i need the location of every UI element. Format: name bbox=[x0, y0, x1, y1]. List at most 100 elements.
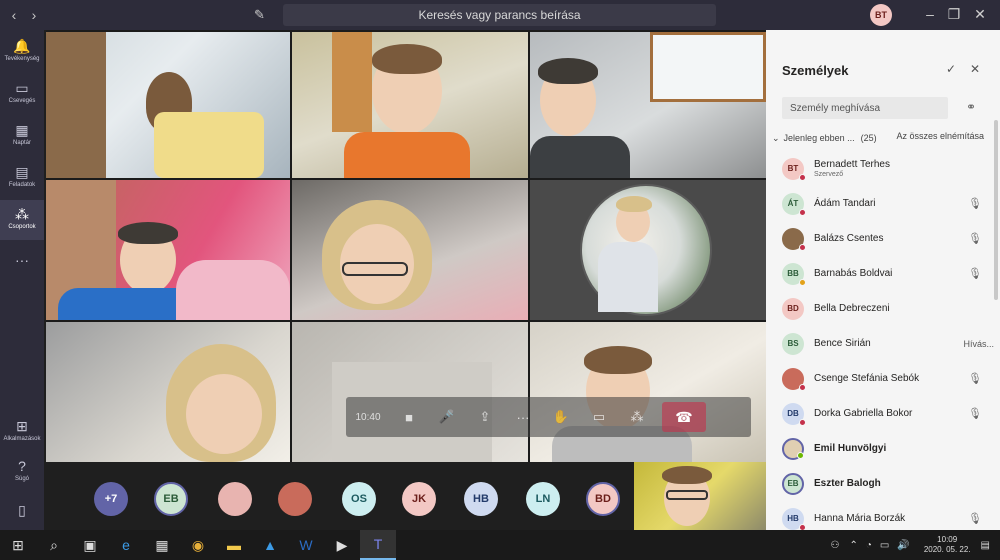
participant-name: Dorka Gabriella Bokor bbox=[814, 408, 913, 419]
maximize-icon[interactable]: ❐ bbox=[944, 6, 964, 23]
more-options-icon[interactable]: ··· bbox=[504, 397, 542, 437]
pop-out-icon[interactable]: ✓ bbox=[946, 62, 956, 76]
strip-avatar[interactable]: EB bbox=[154, 482, 188, 516]
file-explorer-icon[interactable]: ▬ bbox=[216, 530, 252, 560]
muted-microphone-icon: 🎙 bbox=[968, 233, 982, 245]
rail-teams[interactable]: ⁂ Csoportok bbox=[0, 200, 44, 240]
device-icon: ▯ bbox=[18, 502, 26, 518]
media-player-icon[interactable]: ▶ bbox=[324, 530, 360, 560]
more-icon: ··· bbox=[15, 252, 29, 268]
photos-icon[interactable]: ▲ bbox=[252, 530, 288, 560]
strip-avatar[interactable] bbox=[218, 482, 252, 516]
compose-icon[interactable]: ✎ bbox=[254, 7, 270, 23]
notifications-icon[interactable]: ▤ bbox=[981, 540, 990, 551]
close-icon[interactable]: ✕ bbox=[970, 6, 990, 23]
rail-help[interactable]: ? Súgó bbox=[0, 458, 44, 482]
forward-arrow-icon[interactable]: › bbox=[24, 7, 44, 23]
video-tile[interactable] bbox=[530, 180, 766, 320]
strip-avatar[interactable] bbox=[278, 482, 312, 516]
video-tile[interactable] bbox=[292, 180, 528, 320]
hang-up-button[interactable]: ☎ bbox=[662, 402, 706, 432]
rail-apps[interactable]: ⊞ Alkalmazások bbox=[0, 418, 44, 442]
edge-icon[interactable]: e bbox=[108, 530, 144, 560]
more-participants-button[interactable]: +7 bbox=[94, 482, 128, 516]
close-panel-icon[interactable]: ✕ bbox=[970, 62, 980, 76]
participant-avatar: HB bbox=[782, 507, 806, 531]
windows-taskbar: ⊞ ⌕ ▣ e ▦ ◉ ▬ ▲ W ▶ T ⚇ ⌃ ◔ ▭ 🔊 10:09 20… bbox=[0, 530, 1000, 560]
user-avatar[interactable]: BT bbox=[870, 4, 892, 26]
store-icon[interactable]: ▦ bbox=[144, 530, 180, 560]
help-icon: ? bbox=[18, 458, 26, 474]
strip-avatar[interactable]: OS bbox=[342, 482, 376, 516]
participant-row[interactable]: BD Bella Debreczeni bbox=[782, 291, 994, 326]
chevron-up-icon[interactable]: ⌃ bbox=[849, 540, 857, 551]
participant-name: Ádám Tandari bbox=[814, 198, 876, 209]
chrome-icon[interactable]: ◉ bbox=[180, 530, 216, 560]
mute-all-button[interactable]: Az összes elnémítása bbox=[896, 131, 984, 141]
video-tile[interactable] bbox=[46, 32, 290, 178]
taskbar-clock[interactable]: 10:09 2020. 05. 22. bbox=[924, 535, 971, 555]
participant-row[interactable]: Emil Hunvölgyi bbox=[782, 431, 994, 466]
strip-avatar[interactable]: LN bbox=[526, 482, 560, 516]
rail-more[interactable]: ··· bbox=[0, 252, 44, 268]
search-input[interactable]: Keresés vagy parancs beírása bbox=[283, 4, 716, 26]
participant-row[interactable]: BT Bernadett Terhes Szervező bbox=[782, 151, 994, 186]
participant-row[interactable]: EB Eszter Balogh bbox=[782, 466, 994, 501]
video-tile[interactable] bbox=[46, 180, 290, 320]
rail-chat[interactable]: ▭ Csevegés bbox=[0, 80, 44, 104]
participant-avatar: BB bbox=[782, 262, 806, 286]
panel-scrollbar[interactable] bbox=[994, 120, 998, 300]
participant-row[interactable]: ÁT Ádám Tandari 🎙 bbox=[782, 186, 994, 221]
rail-activity[interactable]: 🔔 Tevékenység bbox=[0, 38, 44, 62]
video-tile[interactable] bbox=[292, 32, 528, 178]
rail-assignments[interactable]: ▤ Feladatok bbox=[0, 164, 44, 188]
strip-avatar[interactable]: JK bbox=[402, 482, 436, 516]
volume-icon[interactable]: 🔊 bbox=[897, 540, 909, 551]
back-arrow-icon[interactable]: ‹ bbox=[4, 7, 24, 23]
self-view-video[interactable] bbox=[634, 462, 766, 530]
network-icon[interactable]: ◔ bbox=[866, 540, 872, 551]
participant-row[interactable]: BS Bence Sirián Hívás... bbox=[782, 326, 994, 361]
participant-row[interactable]: DB Dorka Gabriella Bokor 🎙 bbox=[782, 396, 994, 431]
rail-device[interactable]: ▯ bbox=[0, 502, 44, 518]
people-panel: Személyek ✓ ✕ Személy meghívása ⚭ ⌄ Jele… bbox=[766, 30, 1000, 531]
panel-title: Személyek bbox=[782, 63, 849, 78]
search-icon[interactable]: ⌕ bbox=[36, 530, 72, 560]
video-grid: 10:40 ■ 🎤 ⇪ ··· ✋ ▭ ⁂ ☎ bbox=[46, 30, 766, 462]
microphone-icon[interactable]: 🎤 bbox=[428, 397, 466, 437]
battery-icon[interactable]: ▭ bbox=[880, 540, 889, 551]
invite-person-input[interactable]: Személy meghívása bbox=[782, 97, 948, 119]
camera-icon[interactable]: ■ bbox=[390, 397, 428, 437]
video-tile[interactable] bbox=[292, 322, 528, 462]
participants-icon[interactable]: ⁂ bbox=[618, 397, 656, 437]
organizer-label: Szervező bbox=[814, 171, 844, 178]
bell-icon: 🔔 bbox=[13, 38, 31, 54]
participant-row[interactable]: Balázs Csentes 🎙 bbox=[782, 221, 994, 256]
participant-avatar bbox=[580, 184, 712, 316]
teams-taskbar-icon[interactable]: T bbox=[360, 530, 396, 560]
muted-microphone-icon: 🎙 bbox=[968, 513, 982, 525]
chat-icon: ▭ bbox=[15, 80, 29, 96]
task-view-icon[interactable]: ▣ bbox=[72, 530, 108, 560]
rail-label: Csoportok bbox=[8, 224, 36, 230]
raise-hand-icon[interactable]: ✋ bbox=[542, 397, 580, 437]
video-tile[interactable] bbox=[530, 322, 766, 462]
share-screen-icon[interactable]: ⇪ bbox=[466, 397, 504, 437]
windows-start-icon[interactable]: ⊞ bbox=[0, 530, 36, 560]
rail-calendar[interactable]: ▦ Naptár bbox=[0, 122, 44, 146]
rail-label: Alkalmazások bbox=[3, 436, 41, 442]
teams-icon: ⁂ bbox=[15, 206, 29, 222]
share-link-icon[interactable]: ⚭ bbox=[966, 100, 976, 114]
word-icon[interactable]: W bbox=[288, 530, 324, 560]
strip-avatar[interactable]: BD bbox=[586, 482, 620, 516]
participant-row[interactable]: Csenge Stefánia Sebók 🎙 bbox=[782, 361, 994, 396]
rail-label: Súgó bbox=[14, 476, 29, 482]
participant-row[interactable]: BB Barnabás Boldvai 🎙 bbox=[782, 256, 994, 291]
strip-avatar[interactable]: HB bbox=[464, 482, 498, 516]
participant-name: Csenge Stefánia Sebók bbox=[814, 373, 920, 384]
video-tile[interactable] bbox=[530, 32, 766, 178]
chat-icon[interactable]: ▭ bbox=[580, 397, 618, 437]
people-icon[interactable]: ⚇ bbox=[831, 540, 840, 551]
video-tile[interactable] bbox=[46, 322, 290, 462]
minimize-icon[interactable]: – bbox=[920, 6, 940, 22]
